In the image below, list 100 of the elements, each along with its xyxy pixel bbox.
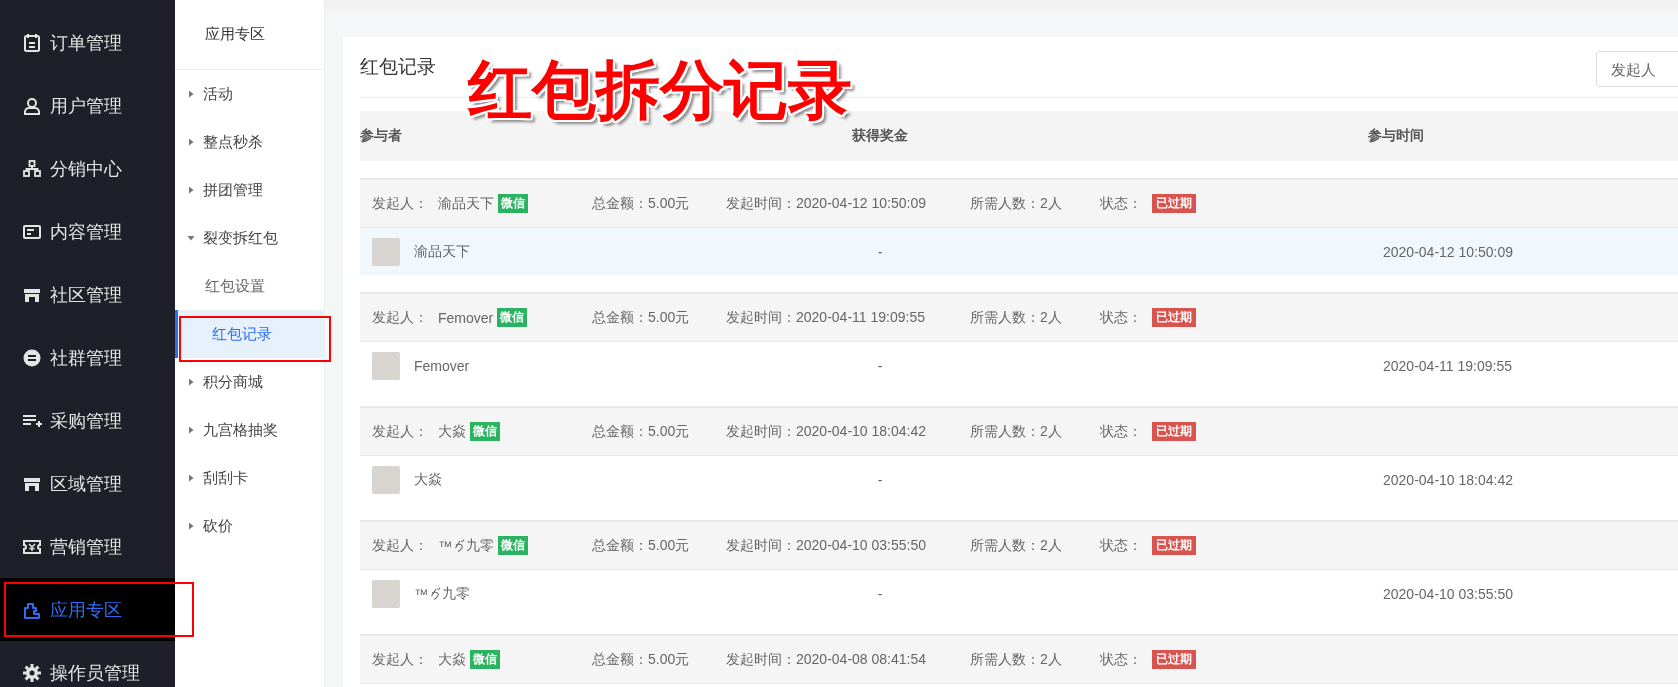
submenu-item[interactable]: 整点秒杀	[175, 118, 324, 166]
table-cell-text: 2020-04-10 18:04:42	[1382, 471, 1514, 488]
sidebar-item[interactable]: 分销中心	[0, 137, 175, 200]
total-amount: 总金额：5.00元	[592, 308, 691, 327]
field-label: 发起人：	[372, 422, 428, 441]
table-cell-text: 2020-04-10 03:55:50	[1382, 585, 1514, 602]
search-field[interactable]: 发起人	[1596, 51, 1678, 87]
column-header: 参与时间	[1367, 127, 1425, 145]
initiator-name: 大焱	[438, 650, 466, 669]
required-count: 所需人数：2人	[970, 650, 1063, 669]
sidebar-item[interactable]: 营销管理	[0, 515, 175, 578]
status-tag: 已过期	[1152, 536, 1196, 555]
submenu-item[interactable]: 红包设置	[175, 262, 324, 310]
channel-tag: 微信	[498, 194, 528, 213]
status-tag: 已过期	[1152, 650, 1196, 669]
start-time: 发起时间：2020-04-12 10:50:09	[726, 194, 927, 213]
initiator-name: 大焱	[438, 422, 466, 441]
submenu-item[interactable]: 拼团管理	[175, 166, 324, 214]
kana-mark-icon	[453, 538, 465, 553]
participant-name: 渝品天下	[414, 242, 470, 261]
caret-icon	[187, 138, 195, 146]
field-label: 发起人：	[372, 650, 428, 669]
field-label: 发起人：	[372, 536, 428, 555]
total-amount: 总金额：5.00元	[592, 194, 691, 213]
field-label: 状态：	[1100, 308, 1142, 327]
initiator-name: 渝品天下	[438, 194, 494, 213]
field-label: 状态：	[1100, 650, 1142, 669]
caret-icon	[187, 234, 195, 242]
caret-icon	[187, 90, 195, 98]
field-label: 状态：	[1100, 536, 1142, 555]
required-count: 所需人数：2人	[970, 422, 1063, 441]
field-label: 发起人：	[372, 308, 428, 327]
clipboard-icon	[22, 32, 42, 53]
participant-name: Femover	[414, 357, 470, 374]
participant-name: 大焱	[414, 470, 442, 489]
participant-name: ™	[414, 585, 428, 602]
status-tag: 已过期	[1152, 308, 1196, 327]
submenu-item[interactable]: 九宫格抽奖	[175, 406, 324, 454]
total-amount: 总金额：5.00元	[592, 422, 691, 441]
sidebar-item[interactable]: 应用专区	[0, 578, 175, 641]
user-icon	[22, 95, 42, 116]
sidebar-item[interactable]: 订单管理	[0, 11, 175, 74]
initiator-name: Femover	[438, 309, 494, 326]
table-cell-text: -	[876, 357, 884, 374]
avatar-image	[372, 351, 400, 380]
caret-icon	[187, 426, 195, 434]
caret-icon	[187, 474, 195, 482]
status-tag: 已过期	[1152, 194, 1196, 213]
caret-icon	[187, 186, 195, 194]
channel-tag: 微信	[470, 422, 500, 441]
start-time: 发起时间：2020-04-10 18:04:42	[726, 422, 927, 441]
submenu-item[interactable]: 红包记录	[175, 310, 324, 358]
participant-name: 九零	[442, 584, 470, 603]
sidebar-item[interactable]: 区域管理	[0, 452, 175, 515]
sidebar-item[interactable]: 社群管理	[0, 326, 175, 389]
start-time: 发起时间：2020-04-11 19:09:55	[726, 308, 926, 327]
field-label: 状态：	[1100, 194, 1142, 213]
start-time: 发起时间：2020-04-08 08:41:54	[726, 650, 927, 669]
hierarchy-icon	[22, 158, 42, 179]
submenu-item[interactable]: 砍价	[175, 502, 324, 550]
caret-icon	[187, 522, 195, 530]
kana-mark-icon	[429, 586, 441, 601]
column-header: 获得奖金	[851, 127, 909, 145]
status-tag: 已过期	[1152, 422, 1196, 441]
initiator-name: 九零	[466, 536, 494, 555]
table-cell-text: -	[876, 471, 884, 488]
sidebar-item[interactable]: 采购管理	[0, 389, 175, 452]
total-amount: 总金额：5.00元	[592, 650, 691, 669]
avatar-image	[372, 237, 400, 266]
avatar-image	[372, 579, 400, 608]
table-cell-text: -	[876, 585, 884, 602]
settings-icon	[22, 662, 42, 683]
sidebar-item[interactable]: 内容管理	[0, 200, 175, 263]
table-cell-text: 2020-04-12 10:50:09	[1382, 243, 1514, 260]
submenu-title: 应用专区	[175, 0, 324, 70]
sidebar-item[interactable]: 用户管理	[0, 74, 175, 137]
total-amount: 总金额：5.00元	[592, 536, 691, 555]
submenu-item[interactable]: 刮刮卡	[175, 454, 324, 502]
caret-icon	[187, 378, 195, 386]
sidebar-item[interactable]: 社区管理	[0, 263, 175, 326]
required-count: 所需人数：2人	[970, 194, 1063, 213]
page-title: 红包记录	[360, 55, 436, 79]
avatar-image	[372, 465, 400, 494]
equals-circle-icon	[22, 347, 42, 368]
channel-tag: 微信	[470, 650, 500, 669]
submenu-item[interactable]: 裂变拆红包	[175, 214, 324, 262]
initiator-name: ™	[438, 537, 452, 554]
submenu-item[interactable]: 活动	[175, 70, 324, 118]
table-cell-text: -	[876, 243, 884, 260]
channel-tag: 微信	[498, 536, 528, 555]
required-count: 所需人数：2人	[970, 308, 1063, 327]
sidebar-item[interactable]: 操作员管理	[0, 641, 175, 687]
field-label: 发起人：	[372, 194, 428, 213]
submenu-item[interactable]: 积分商城	[175, 358, 324, 406]
required-count: 所需人数：2人	[970, 536, 1063, 555]
start-time: 发起时间：2020-04-10 03:55:50	[726, 536, 927, 555]
table-cell-text: 2020-04-11 19:09:55	[1382, 357, 1513, 374]
column-header: 参与者	[360, 127, 403, 145]
channel-tag: 微信	[497, 308, 528, 327]
field-label: 状态：	[1100, 422, 1142, 441]
